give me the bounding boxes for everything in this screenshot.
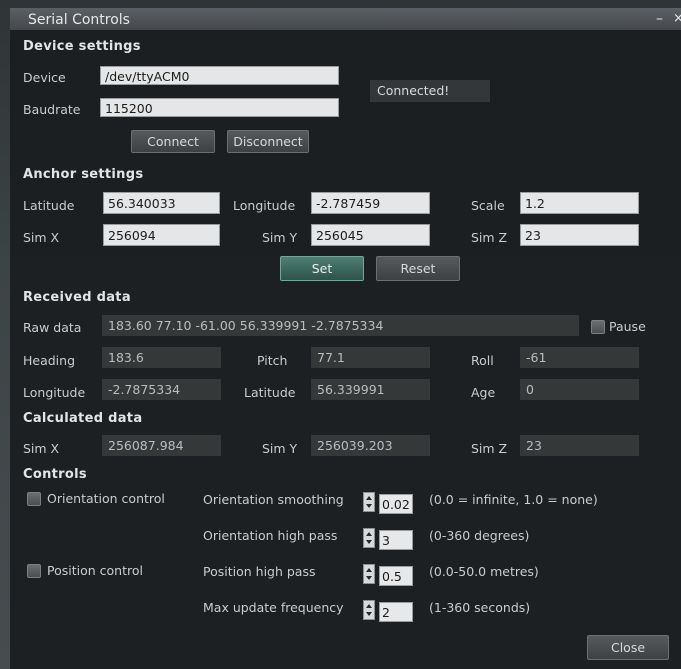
spin-up-icon[interactable] [366,496,372,500]
position-control-checkbox[interactable] [27,564,41,578]
anchor-simy-input[interactable]: 256045 [311,224,430,246]
disconnect-button[interactable]: Disconnect [227,130,309,153]
longitude-label: Longitude [23,385,86,400]
orientation-highpass-hint: (0-360 degrees) [429,528,530,543]
reset-button[interactable]: Reset [376,256,460,281]
raw-data-label: Raw data [23,320,82,335]
device-settings-heading: Device settings [23,39,141,54]
heading-value: 183.6 [102,347,221,368]
anchor-latitude-input[interactable]: 56.340033 [103,192,220,214]
anchor-settings-heading: Anchor settings [23,167,144,182]
orientation-smoothing-hint: (0.0 = infinite, 1.0 = none) [429,492,598,507]
orientation-smoothing-label: Orientation smoothing [203,492,344,507]
orientation-control-label: Orientation control [47,491,165,506]
anchor-simy-label: Sim Y [262,230,298,245]
anchor-simx-label: Sim X [23,230,60,245]
latitude-value: 56.339991 [311,379,430,400]
calc-simx-label: Sim X [23,441,60,456]
controls-heading: Controls [23,467,87,482]
spin-up-icon[interactable] [366,532,372,536]
anchor-simx-input[interactable]: 256094 [103,224,220,246]
position-highpass-hint: (0.0-50.0 metres) [429,564,539,579]
age-label: Age [471,385,496,400]
minimize-icon[interactable]: – [656,11,663,27]
baudrate-input[interactable]: 115200 [100,98,339,117]
longitude-value: -2.7875334 [102,379,221,400]
position-highpass-input[interactable]: 0.5 [379,566,413,586]
calc-simy-value: 256039.203 [311,435,430,456]
spin-down-icon[interactable] [366,612,372,616]
anchor-longitude-label: Longitude [233,198,296,213]
anchor-longitude-input[interactable]: -2.787459 [311,192,430,214]
spin-up-icon[interactable] [366,604,372,608]
position-highpass-label: Position high pass [203,564,316,579]
raw-data-value: 183.60 77.10 -61.00 56.339991 -2.7875334 [102,315,579,336]
max-update-label: Max update frequency [203,600,344,615]
anchor-simz-label: Sim Z [471,230,508,245]
spin-down-icon[interactable] [366,576,372,580]
set-button[interactable]: Set [280,256,364,281]
roll-value: -61 [520,347,639,368]
anchor-scale-label: Scale [471,198,505,213]
age-value: 0 [520,379,639,400]
position-highpass-spinner[interactable] [363,564,375,584]
connection-status: Connected! [370,80,490,102]
anchor-latitude-label: Latitude [23,198,75,213]
calc-simx-value: 256087.984 [102,435,221,456]
spin-down-icon[interactable] [366,504,372,508]
orientation-highpass-input[interactable]: 3 [379,530,413,550]
latitude-label: Latitude [244,385,296,400]
orientation-control-checkbox[interactable] [27,492,41,506]
orientation-smoothing-spinner[interactable] [363,492,375,512]
heading-label: Heading [23,353,76,368]
max-update-hint: (1-360 seconds) [429,600,531,615]
window-title: Serial Controls [28,12,130,28]
max-update-input[interactable]: 2 [379,602,413,622]
device-label: Device [23,70,66,85]
calculated-data-heading: Calculated data [23,411,143,426]
orientation-highpass-label: Orientation high pass [203,528,338,543]
spin-up-icon[interactable] [366,568,372,572]
calc-simy-label: Sim Y [262,441,298,456]
connect-button[interactable]: Connect [131,130,215,153]
roll-label: Roll [471,353,494,368]
device-input[interactable]: /dev/ttyACM0 [100,66,339,85]
anchor-simz-input[interactable]: 23 [520,224,639,246]
orientation-highpass-spinner[interactable] [363,528,375,548]
received-data-heading: Received data [23,290,131,305]
calc-simz-value: 23 [520,435,639,456]
close-icon[interactable]: × [673,11,681,26]
close-button[interactable]: Close [587,635,669,660]
baudrate-label: Baudrate [23,102,81,117]
anchor-scale-input[interactable]: 1.2 [520,192,639,214]
max-update-spinner[interactable] [363,600,375,620]
orientation-smoothing-input[interactable]: 0.02 [379,494,413,514]
pause-checkbox[interactable] [591,320,605,334]
pitch-value: 77.1 [311,347,430,368]
pause-label: Pause [609,319,646,334]
pitch-label: Pitch [257,353,288,368]
calc-simz-label: Sim Z [471,441,508,456]
position-control-label: Position control [47,563,143,578]
spin-down-icon[interactable] [366,540,372,544]
